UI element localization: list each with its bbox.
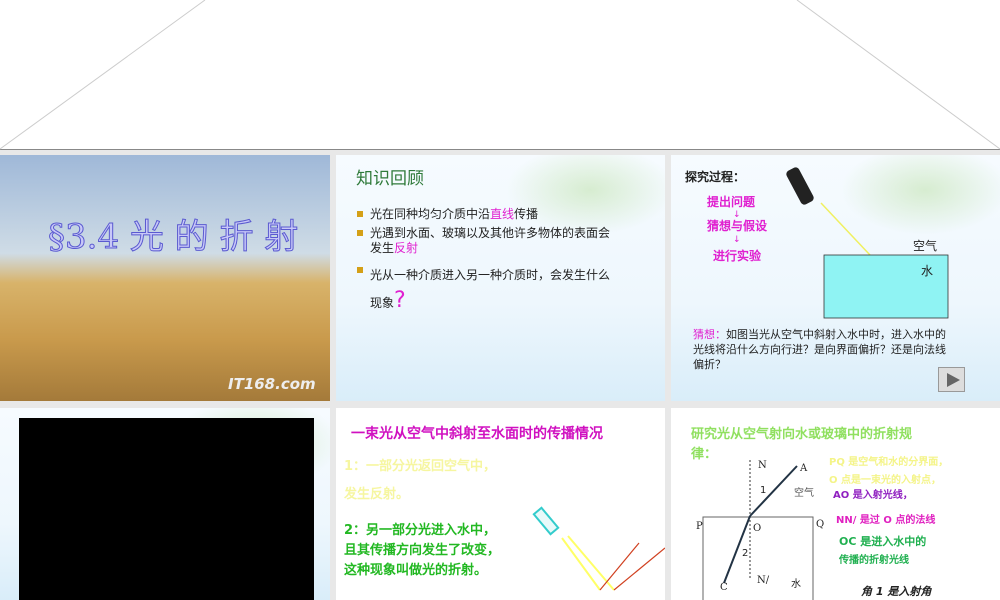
- bullet-2: 光遇到水面、玻璃以及其他许多物体的表面会 发生反射: [356, 226, 611, 255]
- slide-thumbnail-1[interactable]: §3.4 光 的 折 射 IT168.com: [0, 155, 330, 401]
- play-icon: [947, 373, 960, 387]
- note-text: AO 是入射光线，: [833, 490, 913, 501]
- note-text: 角 1 是入射角: [861, 585, 932, 598]
- label-c: C: [720, 582, 728, 593]
- slide-title: §3.4 光 的 折 射: [47, 217, 299, 258]
- slide-thumbnail-3[interactable]: 探究过程： 提出问题 ↓ 猜想与假设 ↓ 进行实验 空气 水 猜想：如图当光从空…: [671, 155, 1000, 401]
- label-q: Q: [816, 519, 825, 530]
- slide-thumbnail-2[interactable]: 知识回顾 光在同种均匀介质中沿直线传播 光遇到水面、玻璃以及其他许多物体的表面会…: [336, 155, 665, 401]
- refraction-illustration: [532, 506, 665, 591]
- slide-thumbnail-5[interactable]: 一束光从空气中斜射至水面时的传播情况 1：一部分光返回空气中， 发生反射。 2：…: [336, 408, 665, 600]
- watermark-logo: IT168.com: [228, 375, 316, 393]
- slide-heading: 知识回顾: [356, 169, 424, 189]
- label-p: P: [696, 521, 703, 532]
- label-water: 水: [791, 579, 801, 590]
- refraction-diagram: [702, 460, 814, 600]
- guess-text: 光线将沿什么方向行进？是向界面偏折？还是向法线: [693, 343, 946, 356]
- air-label: 空气: [913, 239, 938, 253]
- label-angle-2: 2: [742, 548, 749, 559]
- note-text: O 点是一束光的入射点，: [829, 475, 941, 486]
- label-n-prime: N/: [757, 575, 770, 586]
- label-n: N: [758, 460, 767, 471]
- guess-text: 猜想：如图当光从空气中斜射入水中时，进入水中的: [693, 328, 946, 341]
- placeholder-lines: [0, 0, 1000, 150]
- guess-text: 偏折？: [693, 358, 726, 371]
- note-text: OC 是进入水中的: [839, 535, 927, 548]
- bullet-1: 光在同种均匀介质中沿直线传播: [356, 207, 539, 221]
- label-air: 空气: [794, 488, 814, 499]
- slide-preview-pane: [0, 0, 1000, 150]
- video-placeholder: [19, 418, 314, 600]
- slide-thumbnail-6[interactable]: 研究光从空气射向水或玻璃中的折射规 律： N A 1 空气 P O Q 2 C …: [671, 408, 1000, 600]
- slide-thumbnail-4[interactable]: [0, 408, 330, 600]
- note-text: PQ 是空气和水的分界面，: [829, 457, 949, 468]
- bullet-3: 光从一种介质进入另一种介质时，会发生什么 现象?: [356, 263, 610, 316]
- label-angle-1: 1: [760, 485, 767, 496]
- water-label: 水: [921, 264, 934, 278]
- note-text: NN/ 是过 O 点的法线: [836, 515, 936, 526]
- play-button[interactable]: [938, 367, 965, 392]
- flower-decoration: [505, 155, 665, 235]
- label-o: O: [753, 523, 762, 534]
- note-text: 传播的折射光线: [839, 555, 909, 566]
- label-a: A: [800, 463, 808, 474]
